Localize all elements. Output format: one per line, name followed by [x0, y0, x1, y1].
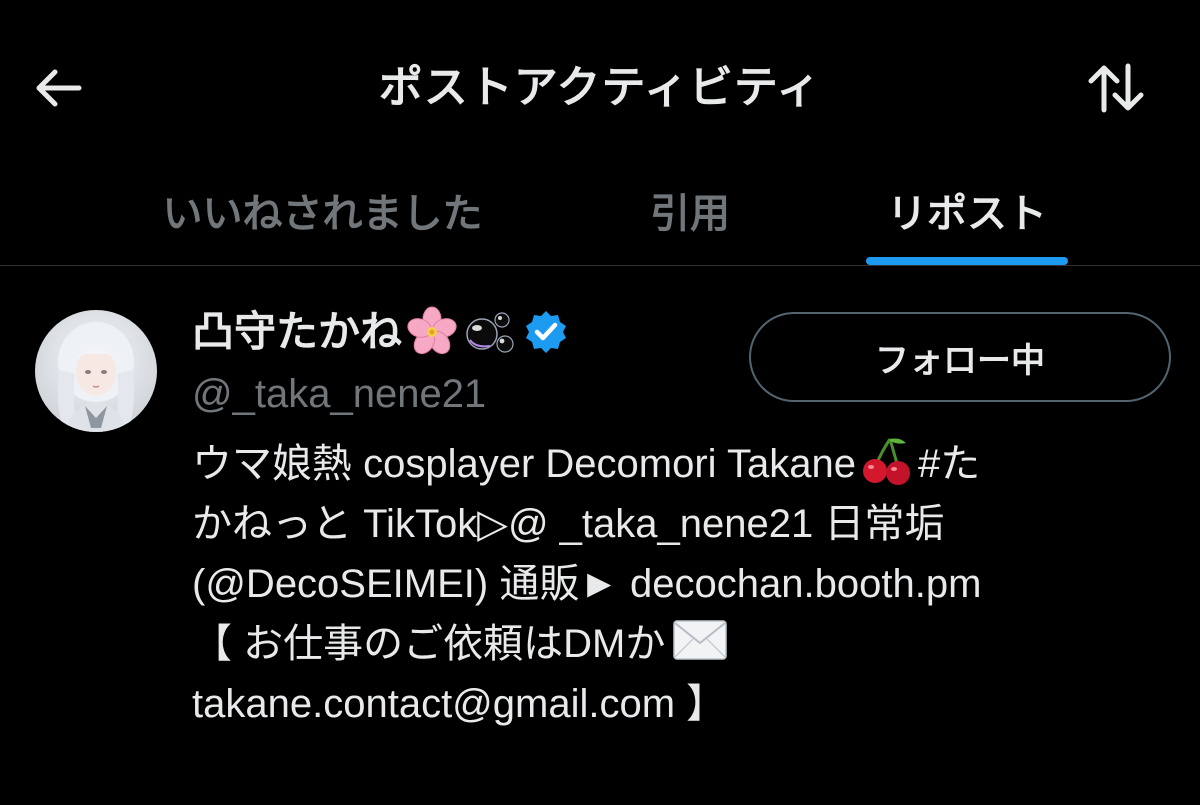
bio-text-4: 【 お仕事のご依頼はDMか [192, 622, 666, 666]
verified-badge-icon [526, 311, 567, 353]
top-bar: ポストアクティビティ [0, 0, 1200, 160]
envelope-icon [673, 620, 728, 660]
bio-line-5: takane.contact@gmail.com 】 [192, 682, 727, 726]
bio-line-4: 【 お仕事のご依頼はDMか [192, 614, 1152, 674]
tab-quotes[interactable]: 引用 [620, 174, 760, 254]
page-title: ポストアクティビティ [378, 62, 822, 113]
sort-button[interactable] [1084, 58, 1148, 118]
bio-line-1: ウマ娘熱 cosplayer Decomori Takane #た [192, 434, 1152, 494]
user-handle[interactable]: @_taka_nene21 [192, 366, 486, 422]
bubbles-icon [466, 312, 514, 353]
tab-liked[interactable]: いいねされました [130, 174, 515, 254]
active-tab-indicator [866, 257, 1068, 265]
user-list-item[interactable]: 凸守たかね @_taka_nene21 フォロー中 ウマ娘熱 cosplayer… [0, 266, 1200, 805]
activity-tabs: いいねされました 引用 リポスト [0, 160, 1200, 265]
display-name[interactable]: 凸守たかね [192, 302, 402, 362]
following-button[interactable]: フォロー中 [749, 312, 1171, 402]
tab-reposts[interactable]: リポスト [866, 174, 1068, 254]
display-name-line: 凸守たかね [192, 302, 570, 362]
cherries-icon [862, 438, 910, 485]
bio-line-2: かねっと TikTok▷@ _taka_nene21 日常垢 [192, 502, 945, 546]
cherry-blossom-icon [407, 306, 457, 355]
bio-line-3: (@DecoSEIMEI) 通販► decochan.booth.pm [192, 562, 982, 606]
user-bio: ウマ娘熱 cosplayer Decomori Takane #た かねっと T… [192, 434, 1152, 734]
sort-arrows-icon [1088, 63, 1144, 113]
avatar[interactable] [35, 310, 157, 432]
bio-text-1: ウマ娘熱 cosplayer Decomori Takane [192, 442, 856, 486]
bio-text-1-tail: #た [917, 442, 981, 486]
